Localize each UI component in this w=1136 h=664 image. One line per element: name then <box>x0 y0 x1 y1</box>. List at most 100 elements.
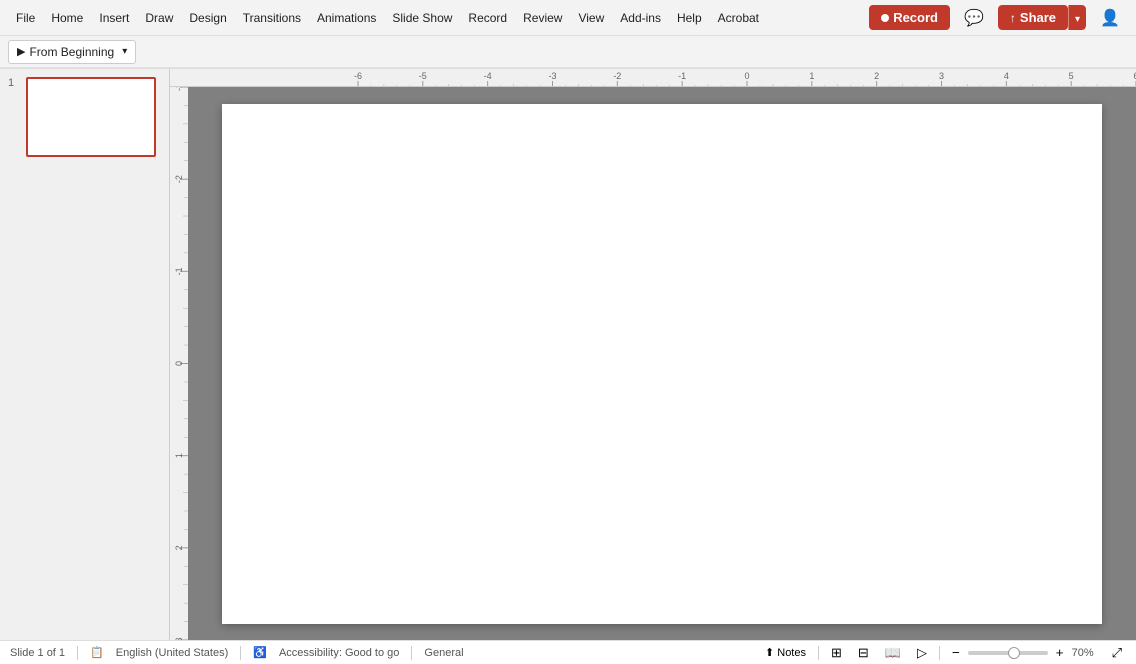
svg-text:1: 1 <box>174 453 184 458</box>
status-sep-3 <box>411 646 412 660</box>
slide-sorter-icon: ⊟ <box>858 645 869 660</box>
share-dropdown-button[interactable]: ▾ <box>1068 5 1086 30</box>
menu-addins[interactable]: Add-ins <box>612 7 669 29</box>
share-button[interactable]: ↑ Share <box>998 5 1068 30</box>
record-button-top[interactable]: Record <box>869 5 950 30</box>
canvas-area: -6-5-4-3-2-10123456 -3-2-10123 <box>170 69 1136 640</box>
notes-label: Notes <box>777 647 806 659</box>
slide-info: Slide 1 of 1 <box>10 647 65 659</box>
svg-text:0: 0 <box>744 71 749 81</box>
from-beginning-label: From Beginning <box>29 45 114 59</box>
menu-insert[interactable]: Insert <box>91 7 137 29</box>
dropdown-chevron-icon: ▾ <box>122 46 127 57</box>
menu-help[interactable]: Help <box>669 7 710 29</box>
share-group: ↑ Share ▾ <box>998 5 1086 30</box>
notes-toggle-icon: 📋 <box>90 646 104 659</box>
record-label: Record <box>893 10 938 25</box>
presenter-button[interactable]: 👤 <box>1092 3 1128 33</box>
status-bar: Slide 1 of 1 📋 English (United States) ♿… <box>0 640 1136 664</box>
person-icon: 👤 <box>1100 10 1120 27</box>
menu-bar: File Home Insert Draw Design Transitions… <box>8 7 767 29</box>
record-dot-icon <box>881 14 889 22</box>
svg-text:-6: -6 <box>354 71 362 81</box>
slide-content <box>222 104 1102 624</box>
status-sep-5 <box>939 646 940 660</box>
slide-item-1[interactable]: 1 <box>8 77 161 157</box>
menu-draw[interactable]: Draw <box>137 7 181 29</box>
accessibility-icon: ♿ <box>253 646 267 659</box>
svg-text:-1: -1 <box>174 267 184 275</box>
status-sep-2 <box>240 646 241 660</box>
ruler-top-svg: -6-5-4-3-2-10123456 <box>170 69 1136 87</box>
ruler-left: -3 -2 -1 0 1 2 3 <box>170 87 188 640</box>
main-area: 1 -6-5-4-3-2-10123456 -3-2-1 <box>0 69 1136 640</box>
svg-text:-4: -4 <box>484 71 492 81</box>
svg-text:3: 3 <box>174 637 184 640</box>
menu-record[interactable]: Record <box>460 7 515 29</box>
status-right: ⬆ Notes ⊞ ⊟ 📖 ▷ − + 70% <box>761 643 1126 663</box>
svg-text:5: 5 <box>1069 71 1074 81</box>
share-label: Share <box>1020 10 1056 25</box>
menu-file[interactable]: File <box>8 7 43 29</box>
svg-text:2: 2 <box>174 545 184 550</box>
svg-text:-3: -3 <box>174 87 184 91</box>
canvas-with-ruler: -3 -2 -1 0 1 2 3 <box>170 87 1136 640</box>
slide-panel: 1 <box>0 69 170 640</box>
zoom-thumb[interactable] <box>1008 647 1020 659</box>
play-icon: ▶ <box>17 45 25 58</box>
slide-number-1: 1 <box>8 77 20 89</box>
svg-text:-1: -1 <box>678 71 686 81</box>
svg-text:-2: -2 <box>174 175 184 183</box>
slideshow-icon: ▷ <box>917 645 927 660</box>
svg-text:1: 1 <box>809 71 814 81</box>
ribbon: File Home Insert Draw Design Transitions… <box>0 0 1136 69</box>
status-sep-4 <box>818 646 819 660</box>
menu-view[interactable]: View <box>570 7 612 29</box>
svg-text:-2: -2 <box>613 71 621 81</box>
menu-review[interactable]: Review <box>515 7 570 29</box>
chevron-down-icon: ▾ <box>1075 14 1080 25</box>
svg-text:-5: -5 <box>419 71 427 81</box>
zoom-in-button[interactable]: + <box>1052 643 1068 662</box>
menu-slideshow[interactable]: Slide Show <box>384 7 460 29</box>
notes-button[interactable]: ⬆ Notes <box>761 644 810 661</box>
ruler-left-svg: -3 -2 -1 0 1 2 3 <box>170 87 188 640</box>
share-icon: ↑ <box>1010 11 1016 25</box>
svg-text:-3: -3 <box>548 71 556 81</box>
zoom-out-button[interactable]: − <box>948 643 964 662</box>
slide-thumbnail-1[interactable] <box>26 77 156 157</box>
slide-canvas[interactable] <box>188 87 1136 640</box>
zoom-in-icon: + <box>1056 645 1064 660</box>
comments-button[interactable]: 💬 <box>956 3 992 33</box>
status-left: Slide 1 of 1 📋 English (United States) ♿… <box>10 646 745 660</box>
fit-to-window-button[interactable]: ⤢ <box>1108 643 1126 663</box>
ruler-top: -6-5-4-3-2-10123456 <box>170 69 1136 87</box>
menu-acrobat[interactable]: Acrobat <box>710 7 767 29</box>
comment-icon: 💬 <box>964 8 984 28</box>
reading-view-icon: 📖 <box>885 645 901 660</box>
view-mode-label: General <box>424 647 463 659</box>
menu-animations[interactable]: Animations <box>309 7 384 29</box>
normal-view-icon: ⊞ <box>831 645 842 660</box>
zoom-level[interactable]: 70% <box>1072 647 1100 659</box>
accessibility-label[interactable]: Accessibility: Good to go <box>279 647 399 659</box>
svg-text:4: 4 <box>1004 71 1009 81</box>
zoom-out-icon: − <box>952 645 960 660</box>
status-sep-1 <box>77 646 78 660</box>
from-beginning-dropdown[interactable]: ▶ From Beginning ▾ <box>8 40 136 64</box>
normal-view-button[interactable]: ⊞ <box>827 643 846 663</box>
slideshow-view-button[interactable]: ▷ <box>913 643 931 663</box>
notes-icon: ⬆ <box>765 646 774 659</box>
svg-text:0: 0 <box>174 361 184 366</box>
menu-home[interactable]: Home <box>43 7 91 29</box>
reading-view-button[interactable]: 📖 <box>881 643 905 663</box>
svg-text:2: 2 <box>874 71 879 81</box>
menu-transitions[interactable]: Transitions <box>235 7 309 29</box>
fit-window-icon: ⤢ <box>1112 645 1122 660</box>
zoom-control: − + 70% <box>948 643 1100 662</box>
language-label[interactable]: English (United States) <box>116 647 229 659</box>
menu-design[interactable]: Design <box>181 7 234 29</box>
slide-sorter-button[interactable]: ⊟ <box>854 643 873 663</box>
svg-text:3: 3 <box>939 71 944 81</box>
zoom-slider[interactable] <box>968 651 1048 655</box>
